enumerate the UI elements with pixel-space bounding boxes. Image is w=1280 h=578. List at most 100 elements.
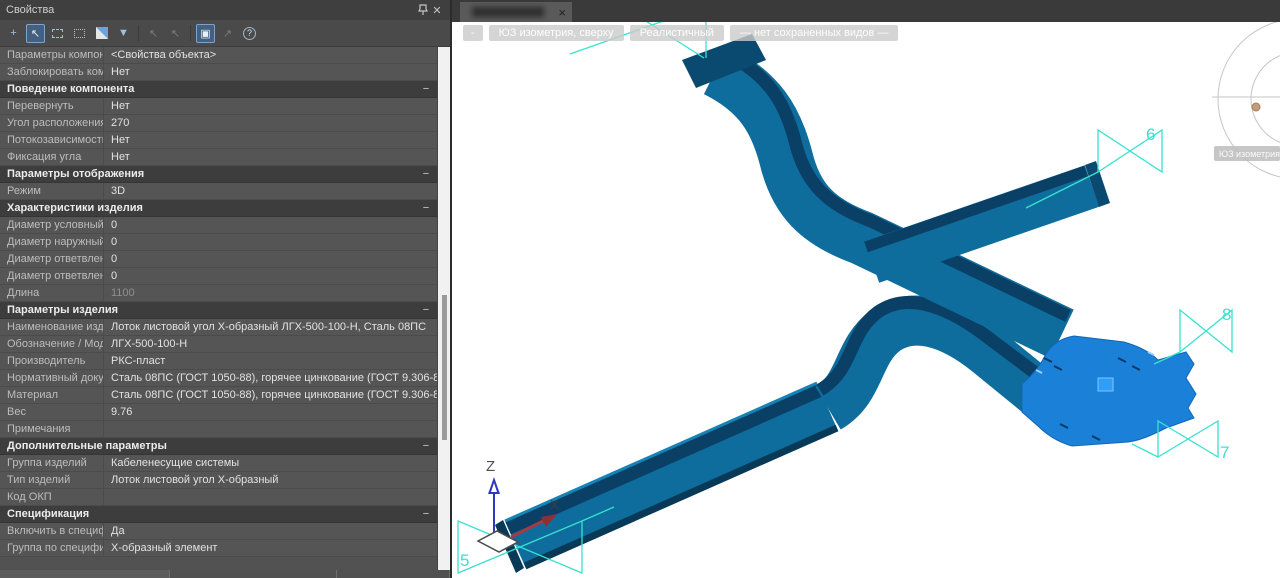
property-row[interactable]: Заблокировать комп...Нет bbox=[0, 64, 437, 81]
section-header[interactable]: Характеристики изделия− bbox=[0, 200, 437, 217]
model-scene[interactable]: 5 6 7 8 Z X bbox=[452, 0, 1280, 578]
filter-icon[interactable]: ▼ bbox=[114, 24, 133, 43]
property-value[interactable]: Да bbox=[104, 525, 437, 537]
property-label: Код ОКП bbox=[0, 489, 104, 505]
center-grip[interactable] bbox=[1098, 378, 1113, 391]
property-row[interactable]: Наименование изделияЛоток листовой угол … bbox=[0, 319, 437, 336]
property-row[interactable]: ПеревернутьНет bbox=[0, 98, 437, 115]
property-row[interactable]: Код ОКП bbox=[0, 489, 437, 506]
named-views-button[interactable]: — нет сохраненных видов — bbox=[730, 25, 899, 41]
property-row[interactable]: Угол расположения270 bbox=[0, 115, 437, 132]
property-row[interactable]: Диаметр наружный /...0 bbox=[0, 234, 437, 251]
property-row[interactable]: Режим3D bbox=[0, 183, 437, 200]
selected-x-piece[interactable] bbox=[1022, 336, 1196, 446]
property-value[interactable]: 1100 bbox=[104, 287, 437, 299]
property-value[interactable]: 0 bbox=[104, 219, 437, 231]
property-value[interactable]: Нет bbox=[104, 66, 437, 78]
property-row[interactable]: Вес9.76 bbox=[0, 404, 437, 421]
select-icon[interactable]: ↖ bbox=[26, 24, 45, 43]
close-icon[interactable]: ✕ bbox=[430, 3, 444, 17]
property-value[interactable]: 3D bbox=[104, 185, 437, 197]
property-value[interactable]: 0 bbox=[104, 270, 437, 282]
property-row[interactable]: Длина1100 bbox=[0, 285, 437, 302]
drawing-canvas[interactable]: 5 6 7 8 Z X bbox=[452, 0, 1280, 578]
property-label: Заблокировать комп... bbox=[0, 64, 104, 80]
property-row[interactable]: Параметры компонента<Свойства объекта> bbox=[0, 47, 437, 64]
view-name-chip[interactable]: ЮЗ изометрия bbox=[1214, 146, 1280, 161]
pick-point-icon[interactable]: ↖ bbox=[144, 24, 163, 43]
property-value[interactable]: 0 bbox=[104, 253, 437, 265]
property-label: Производитель bbox=[0, 353, 104, 369]
property-row[interactable]: Фиксация углаНет bbox=[0, 149, 437, 166]
property-label: Перевернуть bbox=[0, 98, 104, 114]
property-label: Нормативный документ bbox=[0, 370, 104, 386]
collapse-icon[interactable]: − bbox=[415, 440, 437, 452]
viewport-menu-button[interactable]: - bbox=[463, 25, 483, 41]
collapse-icon[interactable]: − bbox=[415, 304, 437, 316]
property-label: Группа изделий bbox=[0, 455, 104, 471]
marker-8[interactable] bbox=[1154, 310, 1232, 364]
property-row[interactable]: ПотокозависимостьНет bbox=[0, 132, 437, 149]
property-value[interactable]: РКС-пласт bbox=[104, 355, 437, 367]
panel-scrollbar[interactable] bbox=[437, 47, 450, 570]
property-label: Наименование изделия bbox=[0, 319, 104, 335]
property-value[interactable]: Лоток листовой угол X-образный ЛГХ-500-1… bbox=[104, 321, 437, 333]
section-header[interactable]: Поведение компонента− bbox=[0, 81, 437, 98]
property-row[interactable]: МатериалСталь 08ПС (ГОСТ 1050-88), горяч… bbox=[0, 387, 437, 404]
section-header[interactable]: Спецификация− bbox=[0, 506, 437, 523]
collapse-icon[interactable]: − bbox=[415, 83, 437, 95]
panel-bottom-strip bbox=[0, 570, 450, 578]
property-value[interactable]: Нет bbox=[104, 151, 437, 163]
collapse-icon[interactable]: − bbox=[415, 202, 437, 214]
property-value[interactable]: ЛГХ-500-100-Н bbox=[104, 338, 437, 350]
tab-close-icon[interactable]: × bbox=[558, 6, 566, 19]
property-value[interactable]: Сталь 08ПС (ГОСТ 1050-88), горячее цинко… bbox=[104, 372, 437, 384]
property-row[interactable]: Диаметр ответвлени...0 bbox=[0, 268, 437, 285]
property-value[interactable]: 270 bbox=[104, 117, 437, 129]
property-value[interactable]: Нет bbox=[104, 100, 437, 112]
property-value[interactable]: 0 bbox=[104, 236, 437, 248]
section-header[interactable]: Дополнительные параметры− bbox=[0, 438, 437, 455]
property-row[interactable]: Нормативный документСталь 08ПС (ГОСТ 105… bbox=[0, 370, 437, 387]
collapse-icon[interactable]: − bbox=[415, 168, 437, 180]
multi-select-icon[interactable] bbox=[70, 24, 89, 43]
property-row[interactable]: Диаметр ответвлени...0 bbox=[0, 251, 437, 268]
image-preview-icon[interactable]: ▣ bbox=[196, 24, 215, 43]
marker-number: 7 bbox=[1220, 443, 1229, 462]
property-label: Группа по специфика... bbox=[0, 540, 104, 556]
toolbar-separator bbox=[190, 25, 191, 41]
add-component-icon[interactable]: + bbox=[4, 24, 23, 43]
view-orientation-button[interactable]: ЮЗ изометрия, сверху bbox=[489, 25, 624, 41]
property-row[interactable]: Включить в специфи...Да bbox=[0, 523, 437, 540]
property-row[interactable]: Группа по специфика...X-образный элемент bbox=[0, 540, 437, 557]
visual-style-button[interactable]: Реалистичный bbox=[630, 25, 724, 41]
property-row[interactable]: Примечания bbox=[0, 421, 437, 438]
pin-icon[interactable] bbox=[416, 3, 430, 17]
property-row[interactable]: Группа изделийКабеленесущие системы bbox=[0, 455, 437, 472]
property-value[interactable]: X-образный элемент bbox=[104, 542, 437, 554]
document-tab[interactable]: × bbox=[460, 2, 572, 22]
property-value[interactable]: Нет bbox=[104, 134, 437, 146]
secondary-pick-icon[interactable]: ↗ bbox=[218, 24, 237, 43]
apply-pick-icon[interactable]: ↖ bbox=[166, 24, 185, 43]
property-value[interactable]: <Свойства объекта> bbox=[104, 49, 437, 61]
property-row[interactable]: Диаметр условный / ...0 bbox=[0, 217, 437, 234]
property-label: Материал bbox=[0, 387, 104, 403]
help-icon[interactable]: ? bbox=[240, 24, 259, 43]
rectangle-select-icon[interactable] bbox=[48, 24, 67, 43]
property-value[interactable]: Сталь 08ПС (ГОСТ 1050-88), горячее цинко… bbox=[104, 389, 437, 401]
section-header[interactable]: Параметры отображения− bbox=[0, 166, 437, 183]
scrollbar-thumb[interactable] bbox=[442, 295, 447, 440]
flip-selection-icon[interactable] bbox=[92, 24, 111, 43]
property-value[interactable]: 9.76 bbox=[104, 406, 437, 418]
property-row[interactable]: Тип изделийЛоток листовой угол X-образны… bbox=[0, 472, 437, 489]
property-value[interactable]: Лоток листовой угол X-образный bbox=[104, 474, 437, 486]
property-value[interactable]: Кабеленесущие системы bbox=[104, 457, 437, 469]
tray-model[interactable] bbox=[495, 34, 1110, 573]
z-axis-label: Z bbox=[486, 458, 495, 475]
collapse-icon[interactable]: − bbox=[415, 508, 437, 520]
property-row[interactable]: ПроизводительРКС-пласт bbox=[0, 353, 437, 370]
property-row[interactable]: Обозначение / МодельЛГХ-500-100-Н bbox=[0, 336, 437, 353]
section-header[interactable]: Параметры изделия− bbox=[0, 302, 437, 319]
properties-grid: Параметры компонента<Свойства объекта> З… bbox=[0, 47, 437, 557]
